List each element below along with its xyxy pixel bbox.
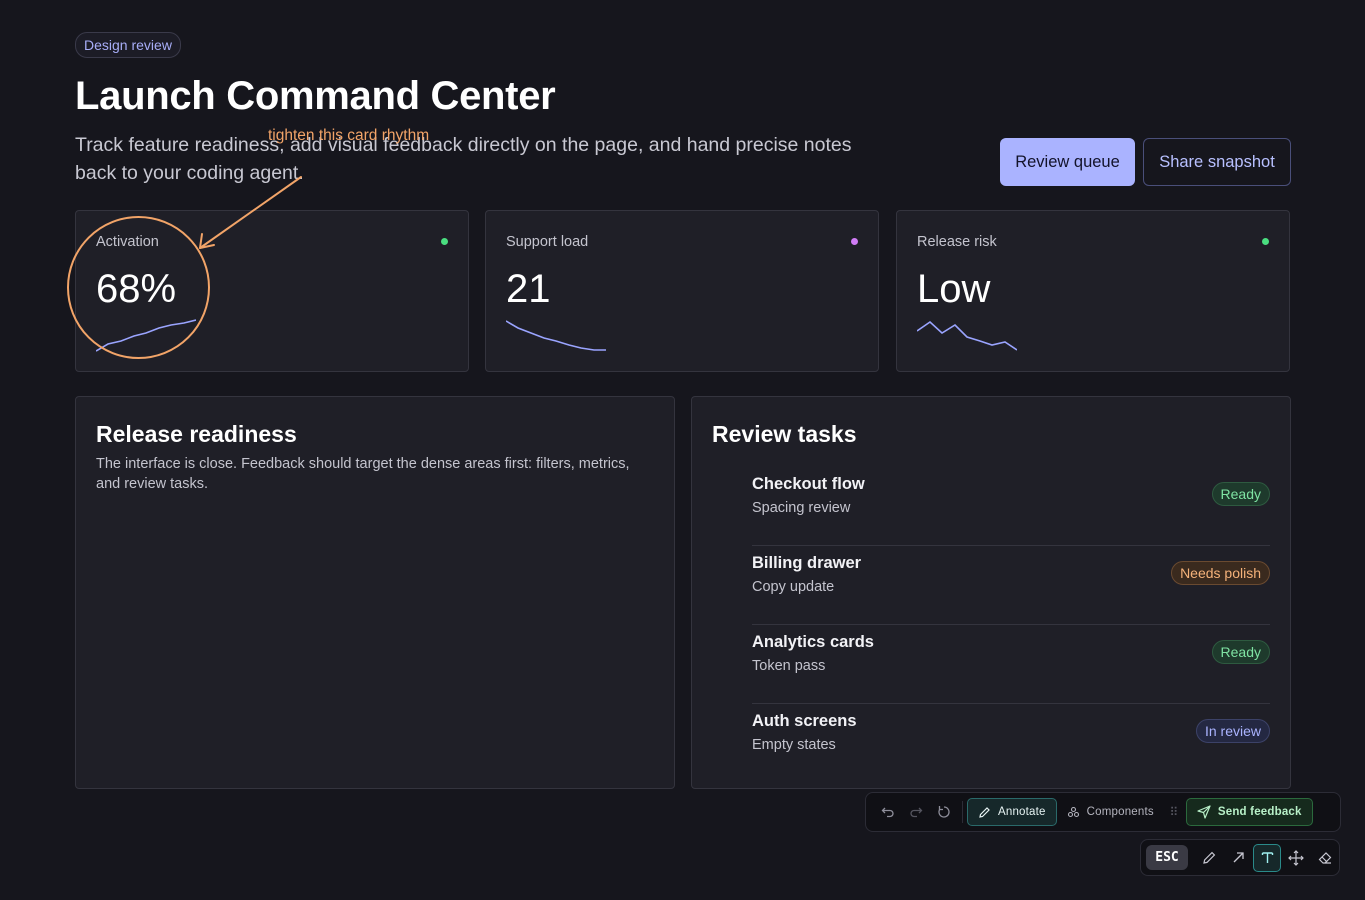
annotation-arrow[interactable]: [190, 172, 310, 256]
metric-value: Low: [917, 267, 991, 311]
task-subtitle: Token pass: [752, 658, 826, 674]
sparkline-chart: [506, 320, 606, 351]
status-dot: [441, 238, 448, 245]
task-row[interactable]: Auth screens Empty states In review: [752, 704, 1270, 783]
eraser-icon[interactable]: [1311, 844, 1339, 872]
task-row[interactable]: Analytics cards Token pass Ready: [752, 625, 1270, 704]
pencil-icon: [979, 806, 990, 818]
send-feedback-button[interactable]: Send feedback: [1185, 798, 1313, 826]
annotation-note[interactable]: tighten this card rhythm: [268, 127, 429, 145]
task-title: Auth screens: [752, 712, 857, 730]
task-title: Checkout flow: [752, 475, 865, 493]
page-title: Launch Command Center: [75, 74, 556, 118]
task-row[interactable]: Checkout flow Spacing review Ready: [752, 467, 1270, 546]
components-icon: [1067, 806, 1079, 817]
review-tasks-panel: Review tasks Checkout flow Spacing revie…: [691, 396, 1291, 789]
feedback-toolbar: Annotate Components ⠿ Send feedback: [865, 792, 1341, 832]
share-snapshot-button[interactable]: Share snapshot: [1143, 138, 1291, 186]
annotation-circle[interactable]: [67, 216, 210, 359]
metric-label: Release risk: [917, 234, 997, 250]
text-tool-icon[interactable]: [1253, 843, 1281, 872]
sparkline-line: [917, 320, 1017, 351]
move-icon[interactable]: [1282, 844, 1310, 872]
task-title: Billing drawer: [752, 554, 862, 572]
task-subtitle: Empty states: [752, 737, 836, 753]
annotate-button[interactable]: Annotate: [967, 798, 1057, 826]
page: Design review Launch Command Center Trac…: [0, 0, 1365, 900]
task-subtitle: Spacing review: [752, 500, 851, 516]
release-readiness-panel: Release readiness The interface is close…: [75, 396, 675, 789]
undo-icon[interactable]: [874, 798, 902, 826]
status-badge: Ready: [1211, 482, 1270, 506]
send-icon: [1197, 805, 1211, 819]
status-badge: In review: [1195, 719, 1270, 743]
esc-button[interactable]: ESC: [1146, 845, 1188, 870]
toolbar-divider: [962, 801, 963, 823]
status-badge: Ready: [1211, 640, 1270, 664]
metric-card-support-load[interactable]: Support load 21: [485, 210, 879, 372]
task-row[interactable]: Billing drawer Copy update Needs polish: [752, 546, 1270, 625]
task-list: Checkout flow Spacing review Ready Billi…: [752, 467, 1270, 783]
arrow-tool-icon[interactable]: [1224, 844, 1252, 872]
drawing-tools-toolbar: ESC: [1140, 839, 1340, 876]
metric-value: 21: [506, 267, 551, 311]
annotate-label: Annotate: [998, 806, 1046, 818]
panel-title: Release readiness: [96, 421, 297, 447]
design-review-tag: Design review: [75, 32, 181, 58]
metric-card-release-risk[interactable]: Release risk Low: [896, 210, 1290, 372]
task-subtitle: Copy update: [752, 579, 835, 595]
panel-title: Review tasks: [712, 421, 857, 447]
sparkline-line: [506, 320, 606, 351]
task-title: Analytics cards: [752, 633, 874, 651]
status-badge: Needs polish: [1171, 561, 1270, 585]
sparkline-chart: [917, 320, 1017, 351]
panel-description: The interface is close. Feedback should …: [96, 456, 630, 492]
drag-handle-icon[interactable]: ⠿: [1164, 805, 1184, 819]
redo-icon[interactable]: [902, 798, 930, 826]
status-dot: [851, 238, 858, 245]
metric-label: Support load: [506, 234, 589, 250]
components-button[interactable]: Components: [1057, 798, 1164, 826]
status-dot: [1262, 238, 1269, 245]
reset-icon[interactable]: [930, 798, 958, 826]
send-feedback-label: Send feedback: [1217, 806, 1302, 818]
components-label: Components: [1086, 806, 1154, 818]
review-queue-button[interactable]: Review queue: [1000, 138, 1135, 186]
draw-icon[interactable]: [1195, 844, 1223, 872]
